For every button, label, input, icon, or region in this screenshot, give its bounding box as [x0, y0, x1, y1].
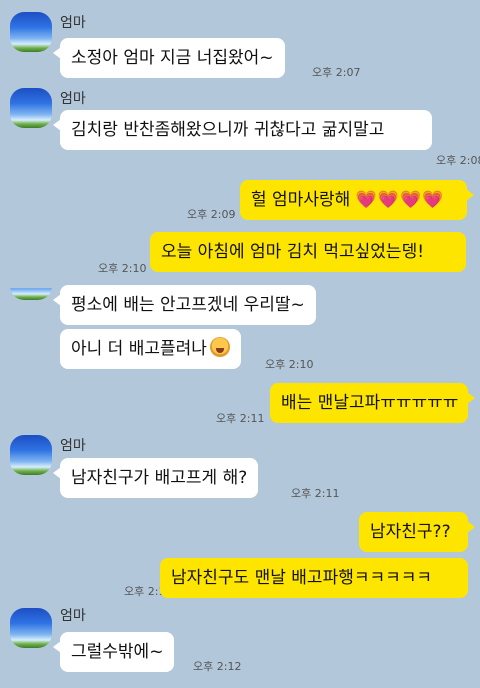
- message-time: 오후 2:10: [98, 262, 147, 275]
- message-time: 오후 2:11: [216, 412, 265, 425]
- message-time: 오후 2:07: [312, 66, 361, 79]
- message-bubble[interactable]: 오늘 아침에 엄마 김치 먹고싶었는뎅!: [150, 232, 466, 272]
- message-bubble[interactable]: 소정아 엄마 지금 너집왔어~: [53, 38, 285, 78]
- message-bubble[interactable]: 배는 맨날고파ㅠㅠㅠㅠㅠ: [270, 383, 475, 423]
- face-emoji-icon: [209, 337, 230, 357]
- avatar[interactable]: [10, 12, 52, 52]
- avatar[interactable]: [10, 435, 52, 475]
- message-time: 오후 2:12: [193, 660, 242, 673]
- message-bubble[interactable]: 남자친구??: [359, 512, 475, 552]
- message-bubble[interactable]: 아니 더 배고플려나: [60, 329, 241, 369]
- avatar[interactable]: [10, 608, 52, 648]
- sender-name: 엄마: [60, 608, 86, 624]
- message-bubble[interactable]: 헐 엄마사랑해 💗💗💗💗: [240, 180, 474, 220]
- heart-icons: 💗💗💗💗: [355, 190, 445, 210]
- message-text: 아니 더 배고플려나: [71, 339, 207, 359]
- sender-name: 엄마: [60, 91, 86, 107]
- message-bubble[interactable]: 그럴수밖에~: [52, 632, 175, 672]
- message-bubble[interactable]: 남자친구가 배고프게 해?: [52, 458, 259, 498]
- message-time: 오후 2:11: [291, 487, 340, 500]
- message-time: 오후 2:08: [436, 154, 480, 167]
- message-bubble[interactable]: 남자친구도 맨날 배고파행ㅋㅋㅋㅋㅋ: [160, 558, 468, 598]
- sender-name: 엄마: [60, 15, 86, 31]
- message-text: 헐 엄마사랑해: [251, 190, 351, 210]
- chat-area[interactable]: 엄마 소정아 엄마 지금 너집왔어~ 오후 2:07 엄마 김치랑 반찬좀해왔으…: [0, 0, 480, 688]
- sender-name: 엄마: [60, 438, 86, 454]
- avatar[interactable]: [10, 288, 52, 300]
- message-bubble[interactable]: 평소에 배는 안고프겠네 우리딸~: [53, 285, 316, 325]
- avatar[interactable]: [10, 88, 52, 128]
- message-time: 오후 2:09: [187, 208, 236, 221]
- message-time: 오후 2:10: [265, 358, 314, 371]
- message-bubble[interactable]: 김치랑 반찬좀해왔으니까 귀찮다고 굶지말고: [53, 110, 432, 150]
